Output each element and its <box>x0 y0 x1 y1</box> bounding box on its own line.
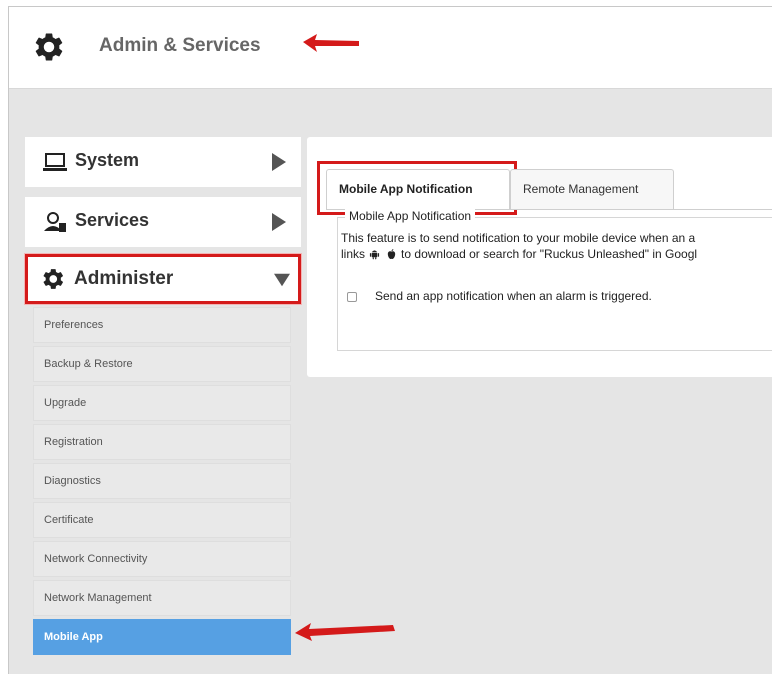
description-line-1: This feature is to send notification to … <box>341 231 696 245</box>
gear-icon <box>35 33 63 61</box>
chevron-right-icon <box>272 153 286 171</box>
submenu-item-diagnostics[interactable]: Diagnostics <box>33 463 291 499</box>
gear-icon <box>43 269 63 289</box>
submenu-item-certificate[interactable]: Certificate <box>33 502 291 538</box>
laptop-icon <box>43 153 67 171</box>
submenu-item-backup-restore[interactable]: Backup & Restore <box>33 346 291 382</box>
page-title: Admin & Services <box>99 35 261 56</box>
notify-checkbox[interactable] <box>347 292 357 302</box>
annotation-arrow <box>303 34 359 52</box>
submenu-item-registration[interactable]: Registration <box>33 424 291 460</box>
sidebar-section-label: Services <box>75 210 150 230</box>
sidebar-section-label: System <box>75 150 140 170</box>
app-frame: Admin & Services System Services Adminis… <box>8 6 772 674</box>
submenu-item-network-management[interactable]: Network Management <box>33 580 291 616</box>
description-line-2: links to download or search for "Ruckus … <box>341 247 697 261</box>
tab-mobile-app-notification[interactable]: Mobile App Notification <box>326 169 510 209</box>
administer-submenu: Preferences Backup & Restore Upgrade Reg… <box>33 307 291 658</box>
notify-checkbox-label: Send an app notification when an alarm i… <box>375 289 652 303</box>
sidebar-section-system[interactable]: System <box>25 137 301 187</box>
chevron-down-icon <box>274 273 290 287</box>
submenu-item-upgrade[interactable]: Upgrade <box>33 385 291 421</box>
description-links-prefix: links <box>341 247 366 261</box>
annotation-arrow <box>295 623 395 641</box>
sidebar-section-administer[interactable]: Administer <box>25 254 301 304</box>
description-links-suffix: to download or search for "Ruckus Unleas… <box>401 247 698 261</box>
sidebar-section-label: Administer <box>74 268 174 289</box>
page-header: Admin & Services <box>9 7 772 89</box>
services-icon <box>44 212 66 232</box>
sidebar-section-services[interactable]: Services <box>25 197 301 247</box>
apple-icon[interactable] <box>386 248 397 260</box>
submenu-item-mobile-app[interactable]: Mobile App <box>33 619 291 655</box>
tab-remote-management[interactable]: Remote Management <box>510 169 674 209</box>
android-icon[interactable] <box>369 248 380 260</box>
chevron-right-icon <box>272 213 286 231</box>
submenu-item-preferences[interactable]: Preferences <box>33 307 291 343</box>
fieldset-legend: Mobile App Notification <box>345 209 476 223</box>
content-panel: Mobile App Notification Remote Managemen… <box>307 137 772 377</box>
submenu-item-network-connectivity[interactable]: Network Connectivity <box>33 541 291 577</box>
